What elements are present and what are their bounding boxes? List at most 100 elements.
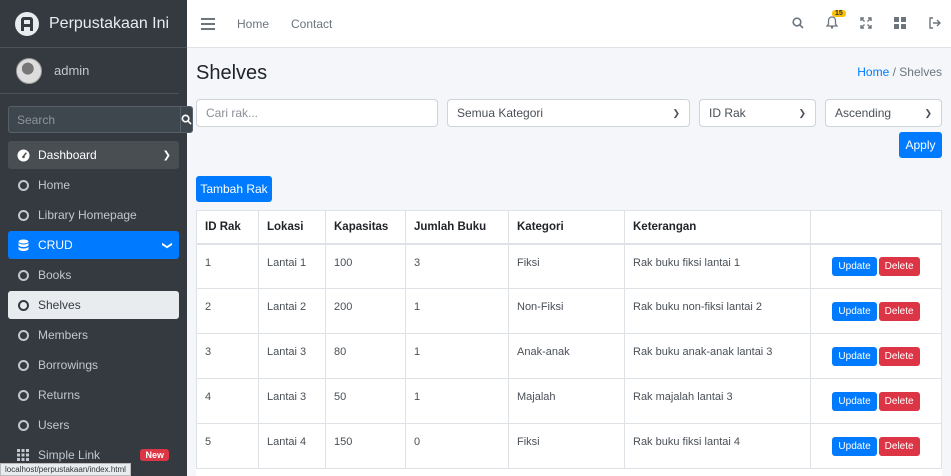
cell-capacity: 50: [325, 378, 406, 424]
table-row: 2 Lantai 2 200 1 Non-Fiksi Rak buku non-…: [196, 288, 942, 334]
sidebar-item-library-homepage[interactable]: Library Homepage: [8, 201, 179, 229]
breadcrumb: Home / Shelves: [857, 65, 942, 79]
cell-category: Anak-anak: [508, 333, 625, 379]
column-header[interactable]: Kategori: [508, 210, 625, 245]
sidebar-item-label: Library Homepage: [38, 208, 137, 222]
notification-badge: 15: [832, 10, 846, 17]
sidebar-item-returns[interactable]: Returns: [8, 381, 179, 409]
cell-description: Rak buku fiksi lantai 1: [624, 243, 811, 289]
cell-description: Rak buku non-fiksi lantai 2: [624, 288, 811, 334]
grid-apps-icon[interactable]: [894, 16, 906, 32]
sidebar: Perpustakaan Ini admin Dashboard ❯ Home …: [0, 0, 193, 476]
search-input[interactable]: Cari rak...: [196, 99, 438, 127]
sidebar-item-label: Home: [38, 178, 71, 192]
brand-link[interactable]: Perpustakaan Ini: [0, 0, 187, 48]
cell-description: Rak majalah lantai 3: [624, 378, 811, 424]
logout-icon[interactable]: [928, 16, 941, 32]
user-panel[interactable]: admin: [0, 48, 179, 94]
sidebar-nav: Dashboard ❯ Home Library Homepage CRUD ❯…: [0, 141, 187, 469]
update-button[interactable]: Update: [832, 391, 877, 411]
avatar: [16, 57, 42, 84]
circle-icon: [16, 209, 30, 221]
page-title: Shelves: [196, 62, 268, 84]
sidebar-item-users[interactable]: Users: [8, 411, 179, 439]
sort-by-select[interactable]: ID Rak ❯: [699, 99, 816, 127]
table-header-row: ID Rak Lokasi Kapasitas Jumlah Buku Kate…: [196, 210, 942, 245]
sidebar-search-input[interactable]: [8, 106, 180, 133]
cell-id: 1: [196, 243, 259, 289]
sidebar-item-label: Borrowings: [38, 358, 99, 372]
grid-icon: [16, 449, 30, 461]
breadcrumb-current: Shelves: [899, 65, 942, 79]
sidebar-search: [8, 106, 193, 133]
sidebar-item-crud[interactable]: CRUD ❯: [8, 231, 179, 259]
cell-category: Non-Fiksi: [508, 288, 625, 334]
navbar-link-home[interactable]: Home: [237, 17, 269, 31]
cell-book-count: 1: [405, 378, 509, 424]
chevron-down-icon: ❯: [924, 107, 932, 118]
search-icon[interactable]: [792, 16, 804, 32]
table-row: 1 Lantai 1 100 3 Fiksi Rak buku fiksi la…: [196, 243, 942, 289]
sidebar-item-home[interactable]: Home: [8, 171, 179, 199]
filter-bar: Cari rak... Semua Kategori ❯ ID Rak ❯ As…: [196, 99, 942, 127]
circle-icon: [16, 389, 30, 401]
circle-icon: [16, 419, 30, 431]
circle-icon: [16, 299, 30, 311]
order-select-value: Ascending: [835, 106, 892, 120]
update-button[interactable]: Update: [832, 256, 877, 276]
sidebar-item-members[interactable]: Members: [8, 321, 179, 349]
delete-button[interactable]: Delete: [878, 346, 920, 366]
brand-text: Perpustakaan Ini: [49, 14, 170, 32]
delete-button[interactable]: Delete: [878, 301, 920, 321]
apply-button[interactable]: Apply: [899, 132, 942, 158]
cell-category: Fiksi: [508, 243, 625, 289]
sidebar-item-shelves[interactable]: Shelves: [8, 291, 179, 319]
circle-icon: [16, 329, 30, 341]
order-select[interactable]: Ascending ❯: [825, 99, 942, 127]
cell-book-count: 0: [405, 423, 509, 469]
cell-category: Fiksi: [508, 423, 625, 469]
sidebar-item-label: CRUD: [38, 238, 73, 252]
notification-bell-icon[interactable]: 15: [825, 10, 846, 32]
status-bar: localhost/perpustakaan/index.html: [0, 463, 131, 476]
cell-id: 3: [196, 333, 259, 379]
sidebar-item-label: Users: [38, 418, 70, 432]
cell-book-count: 3: [405, 243, 509, 289]
column-header[interactable]: Kapasitas: [325, 210, 406, 245]
delete-button[interactable]: Delete: [878, 436, 920, 456]
fullscreen-icon[interactable]: [860, 16, 872, 32]
cell-category: Majalah: [508, 378, 625, 424]
column-header[interactable]: ID Rak: [196, 210, 259, 245]
update-button[interactable]: Update: [832, 301, 877, 321]
chevron-down-icon: ❯: [798, 107, 806, 118]
sidebar-item-books[interactable]: Books: [8, 261, 179, 289]
column-header[interactable]: Keterangan: [624, 210, 811, 245]
shelves-table: ID Rak Lokasi Kapasitas Jumlah Buku Kate…: [196, 210, 942, 469]
cell-id: 2: [196, 288, 259, 334]
user-name: admin: [54, 63, 90, 78]
category-select[interactable]: Semua Kategori ❯: [447, 99, 690, 127]
hamburger-menu-icon[interactable]: [201, 17, 215, 30]
navbar-link-contact[interactable]: Contact: [291, 17, 332, 31]
sidebar-item-borrowings[interactable]: Borrowings: [8, 351, 179, 379]
cell-actions: Update Delete: [810, 243, 942, 289]
update-button[interactable]: Update: [832, 436, 877, 456]
column-header[interactable]: Jumlah Buku: [405, 210, 509, 245]
delete-button[interactable]: Delete: [878, 256, 920, 276]
add-shelf-button[interactable]: Tambah Rak: [196, 176, 272, 202]
cell-id: 4: [196, 378, 259, 424]
cell-book-count: 1: [405, 333, 509, 379]
navbar-right: 15: [792, 0, 941, 48]
delete-button[interactable]: Delete: [878, 391, 920, 411]
sidebar-item-dashboard[interactable]: Dashboard ❯: [8, 141, 179, 169]
cell-capacity: 200: [325, 288, 406, 334]
chevron-down-icon: ❯: [672, 107, 680, 118]
cell-capacity: 80: [325, 333, 406, 379]
cell-location: Lantai 4: [258, 423, 326, 469]
cell-capacity: 100: [325, 243, 406, 289]
sidebar-item-label: Dashboard: [38, 148, 97, 162]
breadcrumb-home-link[interactable]: Home: [857, 65, 889, 79]
cell-id: 5: [196, 423, 259, 469]
update-button[interactable]: Update: [832, 346, 877, 366]
column-header[interactable]: Lokasi: [258, 210, 326, 245]
